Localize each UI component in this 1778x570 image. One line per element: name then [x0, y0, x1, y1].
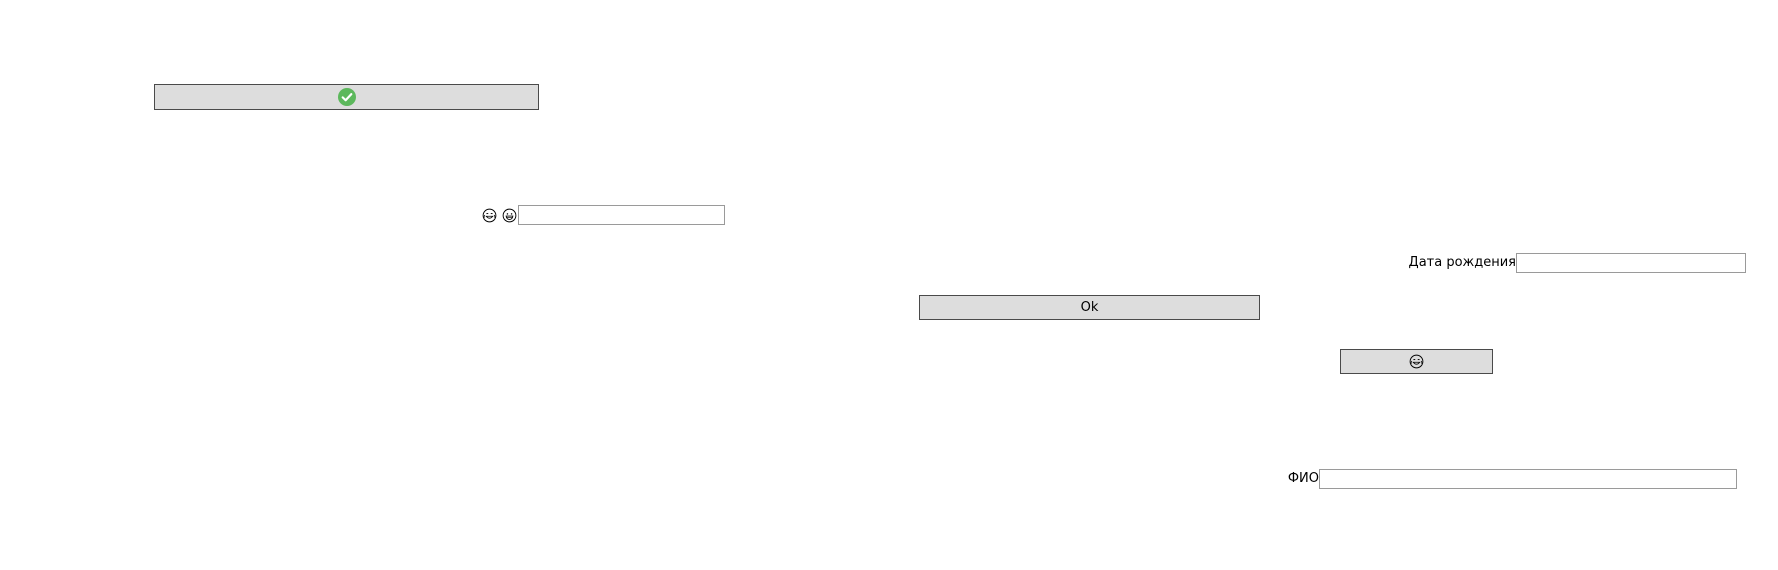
ok-button[interactable]: Ok — [919, 295, 1260, 320]
emoji-text-input[interactable] — [518, 205, 725, 225]
check-circle-icon — [337, 88, 356, 106]
laughing-tears-emoji-icon — [482, 208, 497, 223]
confirm-check-button[interactable] — [154, 84, 539, 110]
full-name-input[interactable] — [1319, 469, 1737, 489]
grinning-emoji-icon — [502, 208, 517, 223]
full-name-label: ФИО — [1287, 471, 1319, 486]
birth-date-label: Дата рождения — [1408, 255, 1516, 270]
laughing-tears-emoji-icon — [1409, 354, 1424, 369]
emoji-button[interactable] — [1340, 349, 1493, 374]
birth-date-input[interactable] — [1516, 253, 1746, 273]
